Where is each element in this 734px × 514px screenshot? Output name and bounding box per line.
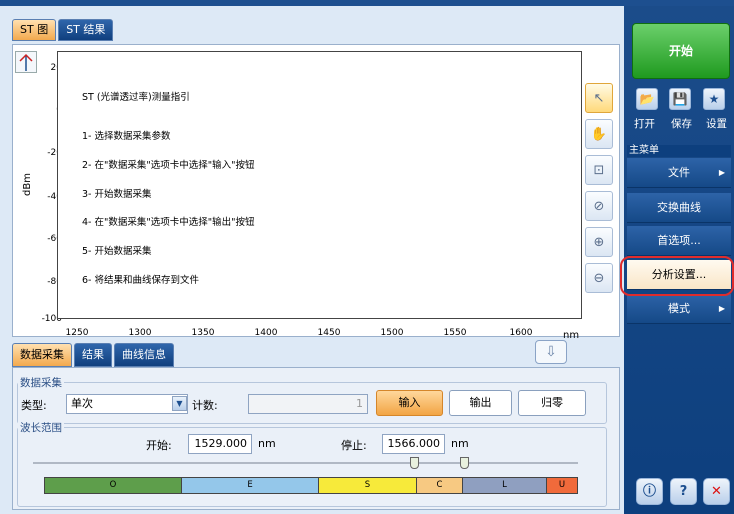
menu-item-file[interactable]: 文件 ▶ — [627, 158, 731, 188]
hand-icon[interactable]: ✋ — [585, 119, 613, 149]
zero-button[interactable]: 归零 — [518, 390, 586, 416]
zoom-out-icon[interactable]: ⊖ — [585, 263, 613, 293]
y-tick: 0 — [22, 105, 62, 115]
settings-label[interactable]: 设置 — [706, 116, 727, 131]
stop-wavelength-input[interactable]: 1566.000 — [382, 434, 445, 454]
wavelength-group — [17, 427, 607, 507]
tab-acquisition[interactable]: 数据采集 — [12, 343, 72, 367]
wavelength-slider-track[interactable] — [33, 462, 578, 464]
x-tick: 1250 — [65, 328, 89, 338]
band-c: C — [417, 478, 463, 493]
main-menu-header: 主菜单 — [627, 145, 731, 157]
guide-step: 3- 开始数据采集 — [82, 188, 152, 200]
zoom-area-icon[interactable]: ⊡ — [585, 155, 613, 185]
x-tick: 1350 — [191, 328, 215, 338]
guide-step: 2- 在"数据采集"选项卡中选择"输入"按钮 — [82, 159, 255, 171]
help-icon[interactable]: ? — [670, 478, 697, 505]
acquisition-group-label: 数据采集 — [18, 375, 64, 390]
x-tick: 1300 — [128, 328, 152, 338]
tab-st-results[interactable]: ST 结果 — [58, 19, 114, 41]
band-s: S — [319, 478, 417, 493]
menu-item-label: 文件 — [668, 166, 690, 179]
y-tick: -60 — [47, 234, 62, 244]
chart-toolbar: ↖ ✋ ⊡ ⊘ ⊕ ⊖ — [585, 83, 615, 299]
x-tick: 1400 — [254, 328, 278, 338]
open-folder-icon[interactable]: 📂 — [636, 88, 658, 110]
stop-unit: nm — [451, 437, 469, 450]
start-label: 开始: — [146, 439, 172, 452]
tab-trace-info[interactable]: 曲线信息 — [114, 343, 174, 367]
pointer-icon[interactable]: ↖ — [585, 83, 613, 113]
menu-item-preferences[interactable]: 首选项... — [627, 226, 731, 256]
start-wavelength-input[interactable]: 1529.000 — [188, 434, 252, 454]
close-icon[interactable]: ✕ — [703, 478, 730, 505]
type-select[interactable]: 单次 — [66, 394, 188, 414]
y-tick: -80 — [47, 277, 62, 287]
x-axis-unit: nm — [563, 330, 580, 341]
y-tick: 20 — [22, 63, 62, 73]
tab-results[interactable]: 结果 — [74, 343, 112, 367]
x-tick: 1550 — [443, 328, 467, 338]
collapse-panel-icon[interactable]: ⇩ — [535, 340, 567, 364]
guide-step: 5- 开始数据采集 — [82, 246, 152, 258]
stop-label: 停止: — [341, 439, 367, 452]
stop-slider-handle[interactable] — [460, 457, 469, 469]
bottom-tab-bar: 数据采集 结果 曲线信息 — [12, 343, 176, 367]
x-tick: 1450 — [317, 328, 341, 338]
type-label: 类型: — [21, 399, 47, 412]
start-slider-handle[interactable] — [410, 457, 419, 469]
band-e: E — [182, 478, 319, 493]
start-unit: nm — [258, 437, 276, 450]
zoom-fit-icon[interactable]: ⊘ — [585, 191, 613, 221]
band-o: O — [45, 478, 182, 493]
highlight-ring — [620, 256, 734, 296]
band-u: U — [547, 478, 577, 493]
x-tick: 1500 — [380, 328, 404, 338]
guide-step: 1- 选择数据采集参数 — [82, 130, 171, 142]
save-disk-icon[interactable]: 💾 — [669, 88, 691, 110]
start-button[interactable]: 开始 — [632, 23, 730, 79]
open-label[interactable]: 打开 — [634, 116, 655, 131]
zoom-in-icon[interactable]: ⊕ — [585, 227, 613, 257]
y-tick: -20 — [47, 148, 62, 158]
save-label[interactable]: 保存 — [671, 116, 692, 131]
band-bar: O E S C L U — [44, 477, 578, 494]
chevron-right-icon: ▶ — [718, 168, 725, 177]
chevron-down-icon[interactable]: ▼ — [172, 396, 187, 411]
wavelength-group-label: 波长范围 — [18, 420, 64, 435]
app-window: ST 图 ST 结果 20 0 -20 -40 -60 -80 -100 125… — [0, 0, 734, 514]
count-field[interactable]: 1 — [248, 394, 368, 414]
input-button[interactable]: 输入 — [376, 390, 443, 416]
guide-title: ST (光谱透过率)测量指引 — [82, 92, 190, 104]
guide-step: 6- 将结果和曲线保存到文件 — [82, 274, 199, 286]
count-label: 计数: — [192, 399, 218, 412]
measurement-guide: ST (光谱透过率)测量指引 1- 选择数据采集参数 2- 在"数据采集"选项卡… — [82, 74, 254, 305]
menu-item-mode[interactable]: 模式 ▶ — [627, 294, 731, 324]
y-axis-label: dBm — [22, 173, 33, 196]
chevron-right-icon: ▶ — [718, 304, 725, 313]
tab-st-graph[interactable]: ST 图 — [12, 19, 57, 41]
star-settings-icon[interactable]: ★ — [703, 88, 725, 110]
menu-item-swap-trace[interactable]: 交换曲线 — [627, 193, 731, 223]
menu-item-label: 模式 — [668, 302, 690, 315]
y-tick: -100 — [41, 314, 62, 324]
top-tab-bar: ST 图 ST 结果 — [12, 19, 115, 41]
guide-step: 4- 在"数据采集"选项卡中选择"输出"按钮 — [82, 217, 255, 229]
x-tick: 1600 — [509, 328, 533, 338]
info-icon[interactable]: ⓘ — [636, 478, 663, 505]
output-button[interactable]: 输出 — [449, 390, 512, 416]
band-l: L — [463, 478, 547, 493]
